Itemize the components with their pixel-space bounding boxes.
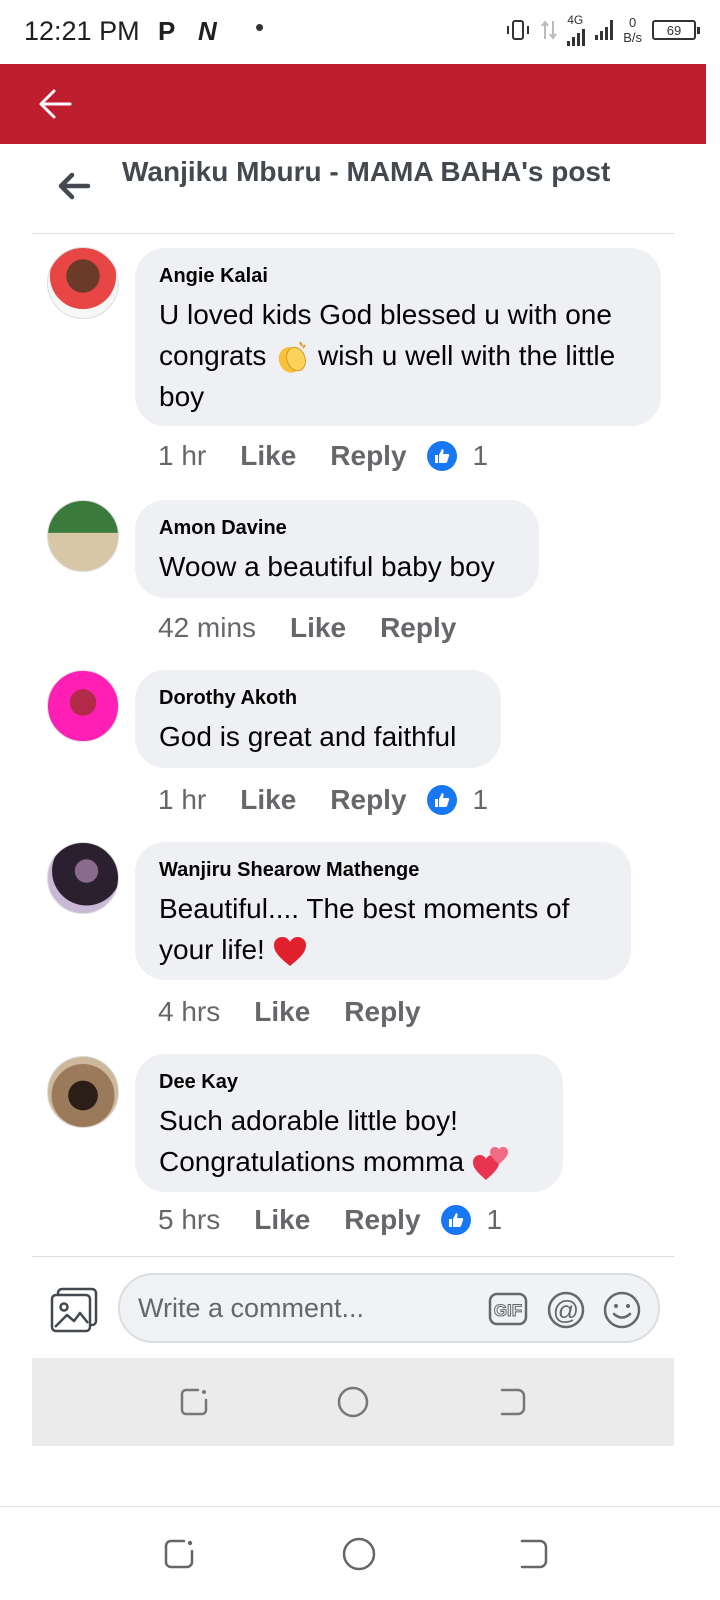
- like-button[interactable]: Like: [254, 1204, 310, 1236]
- comment-meta: 4 hrs Like Reply: [158, 996, 421, 1028]
- thumbs-up-icon: [440, 1205, 471, 1235]
- comment-author[interactable]: Dee Kay: [159, 1068, 541, 1096]
- emoji-icon[interactable]: [602, 1291, 642, 1329]
- network-speed-unit: B/s: [623, 30, 642, 45]
- comment-composer: Write a comment... GIF @: [32, 1256, 674, 1354]
- inner-navigation-bar: [32, 1358, 674, 1446]
- battery-icon: 69: [652, 20, 700, 40]
- like-button[interactable]: Like: [254, 996, 310, 1028]
- reaction-summary[interactable]: 1: [426, 440, 489, 472]
- thumbs-up-icon: [426, 441, 457, 471]
- back-arrow-icon[interactable]: [34, 82, 78, 126]
- back-button[interactable]: [516, 1537, 550, 1571]
- reaction-count: 1: [472, 784, 489, 815]
- comment-bubble[interactable]: Wanjiru Shearow Mathenge Beautiful.... T…: [135, 842, 631, 980]
- comment-meta: 1 hr Like Reply 1: [158, 440, 488, 472]
- gif-label: GIF: [494, 1301, 522, 1320]
- post-title: Wanjiku Mburu - MAMA BAHA's post: [122, 156, 611, 187]
- home-button[interactable]: [340, 1535, 378, 1573]
- comment-author[interactable]: Amon Davine: [159, 514, 517, 542]
- comment-author[interactable]: Wanjiru Shearow Mathenge: [159, 856, 609, 884]
- network-speed-value: 0: [628, 15, 637, 30]
- two-hearts-icon: [472, 1146, 508, 1180]
- post-header: Wanjiku Mburu - MAMA BAHA's post: [32, 144, 674, 234]
- reaction-count: 1: [472, 440, 489, 471]
- comment-text-main: Such adorable little boy! Congratulation…: [159, 1105, 465, 1177]
- comment-bubble[interactable]: Dorothy Akoth God is great and faithful: [135, 670, 501, 768]
- vibrate-icon: [507, 20, 530, 40]
- like-button[interactable]: Like: [240, 440, 296, 472]
- battery-level: 69: [666, 22, 682, 38]
- news-notification-icon: N: [198, 16, 217, 46]
- more-notifications-icon: •: [255, 12, 265, 42]
- reply-button[interactable]: Reply: [344, 1204, 420, 1236]
- mention-icon[interactable]: @: [546, 1291, 586, 1329]
- mention-label: @: [553, 1295, 579, 1325]
- like-button[interactable]: Like: [240, 784, 296, 816]
- comment-time: 1 hr: [158, 440, 207, 471]
- recent-apps-icon: [180, 1388, 208, 1416]
- comment-text: Such adorable little boy! Congratulation…: [159, 1100, 541, 1182]
- ghost-status-bar: [50, 1494, 670, 1506]
- comment-input-placeholder: Write a comment...: [138, 1293, 365, 1323]
- thumbs-up-icon: [426, 785, 457, 815]
- signal-strength-icon: [595, 20, 614, 40]
- comment-bubble[interactable]: Angie Kalai U loved kids God blessed u w…: [135, 248, 661, 426]
- home-icon: [337, 1386, 369, 1418]
- status-time: 12:21 PM: [24, 16, 140, 46]
- red-heart-icon: [273, 936, 306, 966]
- comment-meta: 42 mins Like Reply: [158, 612, 456, 644]
- avatar[interactable]: [47, 670, 119, 742]
- signal-4g-icon: 4G: [567, 13, 586, 46]
- clapping-hands-icon: [278, 341, 307, 373]
- back-nav-icon: [500, 1388, 526, 1416]
- comment-text: U loved kids God blessed u with one cong…: [159, 294, 639, 417]
- reply-button[interactable]: Reply: [380, 612, 456, 644]
- comment-time: 5 hrs: [158, 1204, 221, 1235]
- gif-icon[interactable]: GIF: [488, 1291, 528, 1327]
- reply-button[interactable]: Reply: [330, 784, 406, 816]
- comment-time: 4 hrs: [158, 996, 221, 1027]
- comment-text: Beautiful.... The best moments of your l…: [159, 888, 609, 970]
- comment-text: Woow a beautiful baby boy: [159, 551, 495, 582]
- post-back-arrow-icon[interactable]: [54, 168, 94, 204]
- status-indicators: 4G 0 B/s 69: [505, 13, 700, 46]
- comment-meta: 5 hrs Like Reply 1: [158, 1204, 502, 1236]
- comment-bubble[interactable]: Dee Kay Such adorable little boy! Congra…: [135, 1054, 563, 1192]
- avatar[interactable]: [47, 247, 119, 319]
- like-button[interactable]: Like: [290, 612, 346, 644]
- data-transfer-icon: [541, 20, 558, 40]
- comment-author[interactable]: Dorothy Akoth: [159, 684, 479, 712]
- system-navigation-bar: [0, 1507, 720, 1600]
- comment-input[interactable]: Write a comment... GIF @: [118, 1273, 660, 1343]
- network-speed: 0 B/s: [623, 15, 642, 45]
- reply-button[interactable]: Reply: [330, 440, 406, 472]
- comment-time: 1 hr: [158, 784, 207, 815]
- photo-icon[interactable]: [50, 1287, 98, 1333]
- comments-list[interactable]: Angie Kalai U loved kids God blessed u w…: [0, 234, 706, 1256]
- reaction-summary[interactable]: 1: [426, 784, 489, 816]
- comment-time: 42 mins: [158, 612, 257, 643]
- comment-author[interactable]: Angie Kalai: [159, 262, 639, 290]
- comment-text-main: Beautiful.... The best moments of your l…: [159, 893, 570, 965]
- comment-meta: 1 hr Like Reply 1: [158, 784, 488, 816]
- comment-text: God is great and faithful: [159, 721, 457, 752]
- reaction-count: 1: [486, 1204, 503, 1235]
- app-bar: [0, 64, 706, 144]
- avatar[interactable]: [47, 1056, 119, 1128]
- network-type-label: 4G: [567, 13, 584, 27]
- avatar[interactable]: [47, 842, 119, 914]
- avatar[interactable]: [47, 500, 119, 572]
- status-bar: 12:21 PM P N • 4G 0 B/s 69: [0, 0, 720, 64]
- parking-notification-icon: P: [158, 16, 176, 46]
- recent-apps-button[interactable]: [162, 1537, 196, 1571]
- reaction-summary[interactable]: 1: [440, 1204, 503, 1236]
- reply-button[interactable]: Reply: [344, 996, 420, 1028]
- comment-bubble[interactable]: Amon Davine Woow a beautiful baby boy: [135, 500, 539, 598]
